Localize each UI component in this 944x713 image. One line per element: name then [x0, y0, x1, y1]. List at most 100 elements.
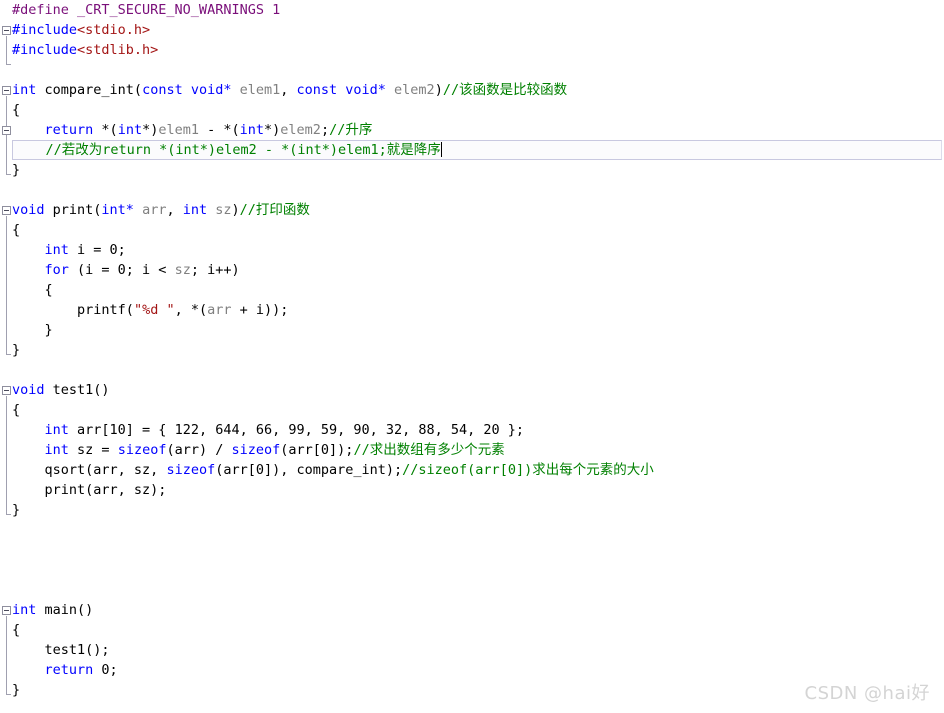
code-line-31[interactable]: int main() — [0, 600, 944, 620]
comment-compare-function: //该函数是比较函数 — [442, 82, 568, 98]
code-line-24[interactable]: qsort(arr, sz, sizeof(arr[0]), compare_i… — [0, 460, 944, 480]
semicolon: ; — [320, 122, 330, 138]
param-elem1-ref: elem1 — [158, 122, 199, 138]
param-arr: arr — [133, 202, 167, 218]
code-line-4-blank[interactable] — [0, 60, 944, 80]
keyword-void: void — [12, 202, 45, 218]
param-elem1: elem1 — [231, 82, 281, 98]
keyword-int: int — [12, 82, 37, 98]
code-line-23[interactable]: int sz = sizeof(arr) / sizeof(arr[0]);//… — [0, 440, 944, 460]
separator-comma: , — [166, 202, 183, 218]
decl-sz-c: (arr[0]); — [280, 442, 354, 458]
code-line-9[interactable]: } — [0, 160, 944, 180]
keyword-sizeof-a: sizeof — [117, 442, 167, 458]
code-line-17[interactable]: } — [0, 320, 944, 340]
keyword-int: int — [182, 202, 208, 218]
code-line-19-blank[interactable] — [0, 360, 944, 380]
code-line-27-blank[interactable] — [0, 520, 944, 540]
code-line-11[interactable]: void print(int* arr, int sz)//打印函数 — [0, 200, 944, 220]
keyword-int: int — [44, 422, 69, 438]
text-caret — [440, 142, 442, 157]
expr-cast-close-b: *) — [264, 122, 281, 138]
operator-minus: - — [198, 122, 224, 138]
brace-close: } — [12, 342, 21, 358]
call-qsort-a: qsort(arr, sz, — [44, 462, 167, 478]
paren-close: ) — [434, 82, 443, 98]
keyword-void: void — [12, 382, 45, 398]
for-incr: ; i++) — [190, 262, 240, 278]
keyword-const-void-ptr: const void* — [142, 82, 232, 98]
csdn-watermark: CSDN @hai好 — [804, 683, 930, 704]
code-line-16[interactable]: printf("%d ", *(arr + i)); — [0, 300, 944, 320]
code-line-3[interactable]: #include<stdlib.h> — [0, 40, 944, 60]
brace-close: } — [12, 502, 21, 518]
code-line-25[interactable]: print(arr, sz); — [0, 480, 944, 500]
decl-sz-b: (arr) / — [166, 442, 232, 458]
param-elem2: elem2 — [385, 82, 435, 98]
code-editor-window[interactable]: #define _CRT_SECURE_NO_WARNINGS 1 #inclu… — [0, 0, 944, 713]
code-line-26[interactable]: } — [0, 500, 944, 520]
code-line-33[interactable]: test1(); — [0, 640, 944, 660]
code-line-8-current[interactable]: //若改为return *(int*)elem2 - *(int*)elem1;… — [12, 140, 942, 160]
brace-open: { — [44, 282, 53, 298]
code-line-20[interactable]: void test1() — [0, 380, 944, 400]
code-text-area[interactable]: #define _CRT_SECURE_NO_WARNINGS 1 #inclu… — [0, 0, 944, 713]
preprocessor-include: #include — [12, 42, 78, 58]
code-line-18[interactable]: } — [0, 340, 944, 360]
code-line-29-blank[interactable] — [0, 560, 944, 580]
return-value-zero: 0; — [93, 662, 118, 678]
code-line-10-blank[interactable] — [0, 180, 944, 200]
code-line-15[interactable]: { — [0, 280, 944, 300]
code-line-6[interactable]: { — [0, 100, 944, 120]
code-line-1[interactable]: #define _CRT_SECURE_NO_WARNINGS 1 — [0, 0, 944, 20]
expr-deref-open: *( — [93, 122, 118, 138]
comment-print-function: //打印函数 — [239, 202, 310, 218]
brace-open: { — [12, 102, 21, 118]
function-name-main: main() — [36, 602, 94, 618]
expr-deref-open-b: *( — [223, 122, 240, 138]
code-line-22[interactable]: int arr[10] = { 122, 644, 66, 99, 59, 90… — [0, 420, 944, 440]
call-print: print(arr, sz); — [44, 482, 167, 498]
keyword-int-ptr: int* — [101, 202, 134, 218]
comment-ascending: //升序 — [329, 122, 373, 138]
call-test1: test1(); — [44, 642, 110, 658]
keyword-return: return — [44, 662, 94, 678]
comment-element-size: //sizeof(arr[0])求出每个元素的大小 — [402, 462, 654, 478]
code-line-32[interactable]: { — [0, 620, 944, 640]
decl-i-init: i = 0; — [68, 242, 126, 258]
keyword-int-cast-a: int — [117, 122, 143, 138]
code-line-21[interactable]: { — [0, 400, 944, 420]
decl-sz-a: sz = — [68, 442, 118, 458]
param-sz-ref: sz — [174, 262, 191, 278]
code-line-2[interactable]: #include<stdio.h> — [0, 20, 944, 40]
brace-close: } — [12, 682, 21, 698]
code-line-5[interactable]: int compare_int(const void* elem1, const… — [0, 80, 944, 100]
for-init-cond-a: (i = 0; i < — [68, 262, 175, 278]
call-printf: printf( — [77, 302, 134, 318]
function-name-print: print( — [44, 202, 102, 218]
keyword-int: int — [12, 602, 37, 618]
string-format-d: "%d " — [133, 302, 175, 318]
keyword-int: int — [44, 242, 69, 258]
code-line-14[interactable]: for (i = 0; i < sz; i++) — [0, 260, 944, 280]
brace-open: { — [12, 622, 21, 638]
keyword-sizeof-b: sizeof — [231, 442, 281, 458]
comment-descending-note: //若改为return *(int*)elem2 - *(int*)elem1;… — [45, 142, 441, 158]
code-line-30-blank[interactable] — [0, 580, 944, 600]
function-name-compare-int: compare_int( — [36, 82, 143, 98]
code-line-34[interactable]: return 0; — [0, 660, 944, 680]
paren-close: ) — [231, 202, 240, 218]
code-line-12[interactable]: { — [0, 220, 944, 240]
code-line-13[interactable]: int i = 0; — [0, 240, 944, 260]
code-line-35[interactable]: } — [0, 680, 944, 700]
code-line-28-blank[interactable] — [0, 540, 944, 560]
brace-open: { — [12, 402, 21, 418]
printf-args-b: + i)); — [231, 302, 289, 318]
code-line-7[interactable]: return *(int*)elem1 - *(int*)elem2;//升序 — [0, 120, 944, 140]
brace-close: } — [44, 322, 53, 338]
keyword-sizeof: sizeof — [166, 462, 216, 478]
comment-element-count: //求出数组有多少个元素 — [353, 442, 505, 458]
param-elem2-ref: elem2 — [280, 122, 321, 138]
keyword-const-void-ptr: const void* — [296, 82, 386, 98]
printf-args-a: , *( — [174, 302, 208, 318]
